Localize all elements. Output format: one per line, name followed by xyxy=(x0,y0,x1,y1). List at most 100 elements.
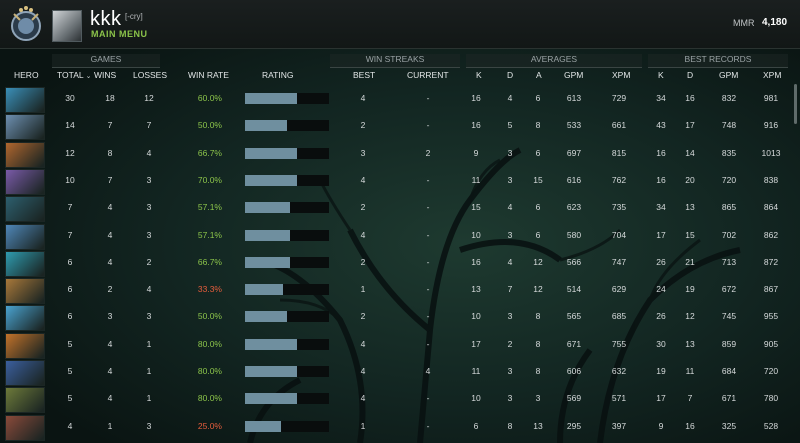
cell-losses: 1 xyxy=(146,366,152,376)
col-total[interactable]: TOTAL ⌄ xyxy=(57,70,92,80)
hero-portrait-icon[interactable] xyxy=(5,87,45,113)
table-row[interactable]: 5 4 1 4 4 11 3 8 606 632 19 11 684 720 80.0% xyxy=(0,360,790,386)
cell-k: 17 xyxy=(471,338,481,349)
cell-gpm: 569 xyxy=(566,393,582,404)
group-best-records: BEST RECORDS xyxy=(648,54,788,68)
cell-wins: 2 xyxy=(107,284,113,295)
cell-bd: 16 xyxy=(685,420,695,431)
hero-portrait-icon[interactable] xyxy=(5,114,45,141)
hero-portrait-icon[interactable] xyxy=(5,196,45,223)
col-losses[interactable]: LOSSES xyxy=(133,70,167,80)
col-win-rate[interactable]: WIN RATE xyxy=(188,70,229,80)
cell-a: 6 xyxy=(535,147,541,158)
hero-portrait-icon[interactable] xyxy=(5,141,45,168)
cell-best: 3 xyxy=(360,147,366,158)
cell-bxpm: 864 xyxy=(763,202,779,213)
cell-d: 8 xyxy=(507,420,513,431)
avatar[interactable] xyxy=(52,10,82,42)
cell-bd: 16 xyxy=(685,93,695,103)
col-current-streak[interactable]: CURRENT xyxy=(407,70,449,80)
col-best-kills[interactable]: K xyxy=(658,70,664,80)
scrollbar[interactable] xyxy=(794,84,797,124)
table-row[interactable]: 10 7 3 4 - 11 3 15 616 762 16 20 720 838 70.0% xyxy=(0,168,790,195)
hero-portrait-icon[interactable] xyxy=(5,250,45,277)
cell-bxpm: 905 xyxy=(763,338,779,349)
cell-current: - xyxy=(426,256,430,267)
hero-portrait-icon[interactable] xyxy=(5,278,45,305)
cell-bgpm: 702 xyxy=(721,229,737,240)
cell-bd: 14 xyxy=(685,147,695,158)
cell-k: 10 xyxy=(471,393,481,404)
col-wins[interactable]: WINS xyxy=(94,70,116,80)
cell-wins: 4 xyxy=(107,393,113,404)
col-best-gpm[interactable]: GPM xyxy=(719,70,738,80)
cell-bk: 43 xyxy=(656,120,666,131)
cell-losses: 2 xyxy=(146,256,152,267)
cell-bk: 34 xyxy=(656,202,666,213)
col-gpm[interactable]: GPM xyxy=(564,70,583,80)
table-row[interactable]: 12 8 4 3 2 9 3 6 697 815 16 14 835 1013 66.7% xyxy=(0,141,790,168)
cell-d: 3 xyxy=(507,147,513,158)
cell-best: 1 xyxy=(360,420,366,431)
rating-bar xyxy=(245,202,329,214)
cell-current: 4 xyxy=(425,366,431,376)
hero-portrait-icon[interactable] xyxy=(5,305,45,332)
cell-k: 13 xyxy=(471,284,481,295)
col-best-deaths[interactable]: D xyxy=(687,70,693,80)
cell-gpm: 697 xyxy=(566,147,582,158)
cell-xpm: 629 xyxy=(611,284,627,295)
hero-portrait-icon[interactable] xyxy=(5,332,45,359)
rating-bar-fill xyxy=(245,366,298,377)
cell-bd: 21 xyxy=(685,256,695,267)
rating-bar xyxy=(245,284,329,296)
hero-portrait-icon[interactable] xyxy=(5,223,45,250)
mmr-value: 4,180 xyxy=(762,17,788,28)
hero-portrait-icon[interactable] xyxy=(5,360,45,386)
cell-gpm: 295 xyxy=(566,420,582,431)
cell-xpm: 755 xyxy=(611,338,627,349)
col-rating[interactable]: RATING xyxy=(262,70,293,80)
cell-bxpm: 528 xyxy=(763,420,779,431)
cell-current: - xyxy=(426,93,430,103)
table-row[interactable]: 30 18 12 4 - 16 4 6 613 729 34 16 832 981 60.0% xyxy=(0,87,790,113)
cell-bd: 19 xyxy=(685,284,695,295)
cell-total: 12 xyxy=(65,147,75,158)
col-best-xpm[interactable]: XPM xyxy=(763,70,781,80)
hero-portrait-icon[interactable] xyxy=(5,168,45,195)
col-hero[interactable]: HERO xyxy=(14,70,39,80)
col-best-streak[interactable]: BEST xyxy=(353,70,375,80)
cell-bd: 20 xyxy=(685,174,695,185)
table-row[interactable]: 5 4 1 4 - 10 3 3 569 571 17 7 671 780 80.0% xyxy=(0,387,790,414)
rating-bar-fill xyxy=(245,229,291,241)
col-deaths[interactable]: D xyxy=(507,70,513,80)
hero-portrait-icon[interactable] xyxy=(5,414,45,441)
cell-bk: 24 xyxy=(656,284,666,295)
cell-bd: 13 xyxy=(685,338,695,349)
cell-xpm: 735 xyxy=(611,202,627,213)
table-row[interactable]: 6 4 2 2 - 16 4 12 566 747 26 21 713 872 66.7% xyxy=(0,250,790,277)
cell-best: 4 xyxy=(360,229,366,240)
cell-win-rate: 50.0% xyxy=(197,120,222,131)
table-row[interactable]: 6 2 4 1-13 7 12 514 629 24 19 672 867 33.3% xyxy=(0,278,790,305)
table-row[interactable]: 7 4 3 4 - 10 3 6 580 704 17 15 702 862 57.1% xyxy=(0,223,790,250)
username: kkk xyxy=(90,8,122,30)
table-row[interactable]: 5 4 1 4 - 17 2 8 671 755 30 13 859 905 80.0% xyxy=(0,332,790,359)
table-row[interactable]: 14 7 7 2 - 16 5 8 533 661 43 17 748 916 50.0% xyxy=(0,114,790,141)
cell-xpm: 571 xyxy=(611,393,627,404)
hero-portrait-icon[interactable] xyxy=(5,387,45,414)
cell-losses: 4 xyxy=(146,284,152,295)
col-total-label: TOTAL xyxy=(57,70,84,80)
table-row[interactable]: 6 3 3 2 - 10 3 8 565 685 26 12 745 955 50.0% xyxy=(0,305,790,332)
table-row[interactable]: 4 1 3 1-6 8 13 295 397 9 16 325 528 25.0% xyxy=(0,414,790,441)
cell-win-rate: 57.1% xyxy=(197,202,222,213)
cell-k: 16 xyxy=(471,120,481,131)
main-menu-link[interactable]: MAIN MENU xyxy=(91,29,148,39)
cell-losses: 1 xyxy=(146,338,152,349)
cell-win-rate: 50.0% xyxy=(197,311,222,322)
cell-xpm: 661 xyxy=(611,120,627,131)
cell-a: 8 xyxy=(535,311,541,322)
table-row[interactable]: 7 4 3 2 - 15 4 6 623 735 34 13 865 864 57.1% xyxy=(0,196,790,223)
col-kills[interactable]: K xyxy=(476,70,482,80)
col-assists[interactable]: A xyxy=(536,70,542,80)
col-xpm[interactable]: XPM xyxy=(612,70,630,80)
